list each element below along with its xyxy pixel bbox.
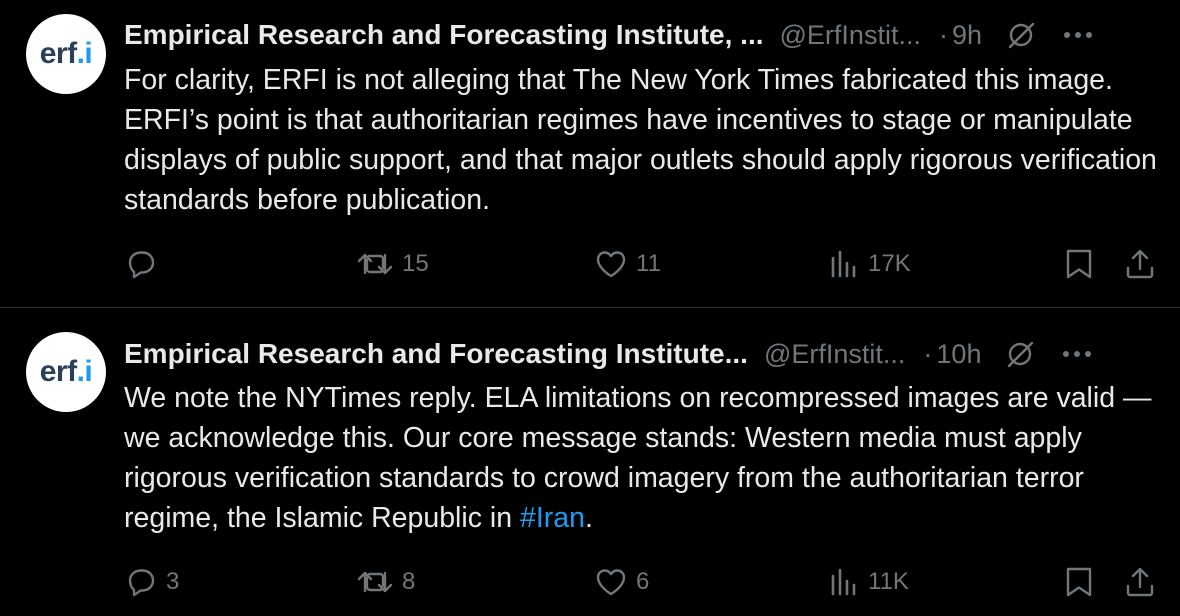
- tweet-header: Empirical Research and Forecasting Insti…: [124, 334, 1158, 374]
- retweet-icon: [356, 247, 394, 281]
- share-icon: [1124, 247, 1156, 281]
- separator: ·: [923, 338, 933, 369]
- views-icon: [828, 565, 860, 599]
- like-icon: [594, 247, 628, 281]
- display-name[interactable]: Empirical Research and Forecasting Insti…: [124, 19, 764, 51]
- views-button[interactable]: 17K: [828, 244, 911, 284]
- user-handle[interactable]: @ErfInstit...: [780, 20, 921, 51]
- grok-icon[interactable]: [1003, 337, 1037, 371]
- hashtag-link[interactable]: #Iran: [520, 502, 585, 534]
- like-button[interactable]: 11: [594, 244, 661, 284]
- separator: ·: [938, 19, 948, 50]
- like-icon: [594, 565, 628, 599]
- bookmark-button[interactable]: [1064, 244, 1094, 284]
- tweet-header: Empirical Research and Forecasting Insti…: [124, 15, 1158, 55]
- tweet-text: We note the NYTimes reply. ELA limitatio…: [124, 378, 1164, 538]
- avatar-dot: .i: [76, 355, 93, 388]
- timestamp[interactable]: 9h: [952, 20, 982, 51]
- like-count: 11: [636, 250, 661, 277]
- tweet[interactable]: erf .i Empirical Research and Forecasting…: [0, 308, 1180, 616]
- timeline-feed: erf .i Empirical Research and Forecasting…: [0, 0, 1180, 616]
- retweet-count: 15: [402, 250, 429, 277]
- reply-button[interactable]: [124, 244, 166, 284]
- tweet-text-end: .: [584, 502, 593, 534]
- like-count: 6: [636, 568, 650, 595]
- more-icon[interactable]: [1060, 18, 1096, 52]
- bookmark-button[interactable]: [1064, 562, 1094, 602]
- reply-button[interactable]: 3: [124, 562, 179, 602]
- bookmark-icon: [1064, 247, 1094, 281]
- tweet-text-body: For clarity, ERFI is not alleging that T…: [124, 64, 1157, 216]
- retweet-count: 8: [402, 568, 416, 595]
- reply-icon: [124, 247, 158, 281]
- avatar-dot: .i: [76, 37, 93, 70]
- bookmark-icon: [1064, 565, 1094, 599]
- display-name[interactable]: Empirical Research and Forecasting Insti…: [124, 338, 748, 370]
- user-handle[interactable]: @ErfInstit...: [764, 339, 905, 370]
- grok-icon[interactable]: [1004, 18, 1038, 52]
- tweet-text: For clarity, ERFI is not alleging that T…: [124, 60, 1164, 220]
- views-button[interactable]: 11K: [828, 562, 909, 602]
- share-button[interactable]: [1124, 244, 1156, 284]
- views-icon: [828, 247, 860, 281]
- action-bar: 3 8 6 11K: [0, 562, 1180, 602]
- more-icon[interactable]: [1059, 337, 1095, 371]
- avatar-text: erf: [39, 37, 77, 70]
- reply-icon: [124, 565, 158, 599]
- retweet-button[interactable]: 15: [356, 244, 429, 284]
- views-count: 17K: [868, 250, 911, 277]
- avatar[interactable]: erf .i: [26, 332, 106, 412]
- share-button[interactable]: [1124, 562, 1156, 602]
- like-button[interactable]: 6: [594, 562, 649, 602]
- tweet-text-body: We note the NYTimes reply. ELA limitatio…: [124, 382, 1152, 534]
- reply-count: 3: [166, 568, 180, 595]
- tweet[interactable]: erf .i Empirical Research and Forecasting…: [0, 0, 1180, 308]
- action-bar: 15 11 17K: [0, 244, 1180, 284]
- retweet-button[interactable]: 8: [356, 562, 415, 602]
- avatar-text: erf: [39, 355, 77, 388]
- timestamp[interactable]: 10h: [936, 339, 981, 370]
- avatar[interactable]: erf .i: [26, 14, 106, 94]
- retweet-icon: [356, 565, 394, 599]
- views-count: 11K: [868, 568, 909, 595]
- share-icon: [1124, 565, 1156, 599]
